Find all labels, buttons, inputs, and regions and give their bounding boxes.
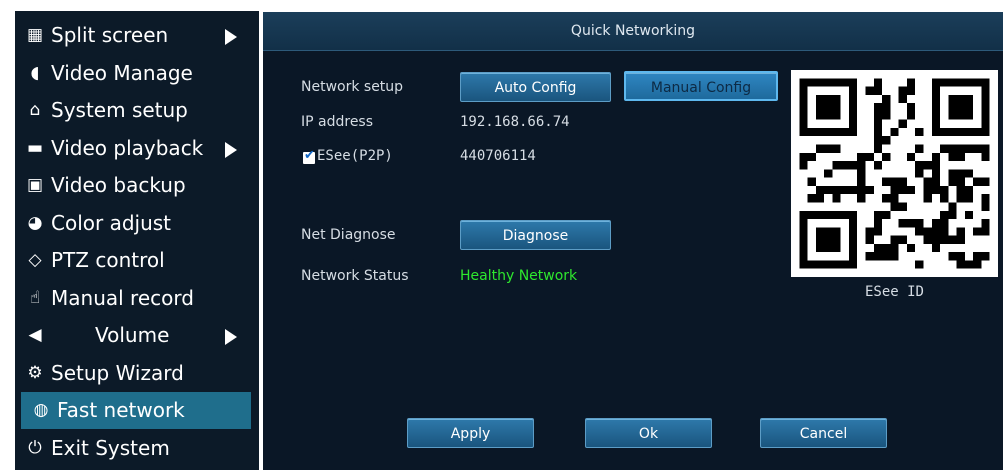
speaker-icon: ◀ <box>28 325 42 345</box>
esee-qr-code <box>791 70 998 277</box>
camera-icon: ◖ <box>30 62 40 83</box>
qr-code-image <box>791 70 998 277</box>
menu-item-label: Split screen <box>51 23 169 47</box>
submenu-arrow-icon <box>225 329 237 345</box>
menu-item-label: PTZ control <box>51 248 165 272</box>
dialog-title: Quick Networking <box>570 23 696 39</box>
menu-item-label: Exit System <box>51 435 170 460</box>
apply-button[interactable]: Apply <box>407 418 534 448</box>
menu-item-label: Fast network <box>57 398 185 422</box>
submenu-arrow-icon <box>225 141 237 158</box>
auto-config-button[interactable]: Auto Config <box>460 72 611 102</box>
menu-item-label: System setup <box>51 98 188 122</box>
ok-button[interactable]: Ok <box>585 418 712 448</box>
network-status-label: Network Status <box>301 268 409 284</box>
menu-item-label: Color adjust <box>51 210 172 235</box>
home-icon: ⌂ <box>29 100 41 120</box>
submenu-arrow-icon <box>225 29 237 45</box>
menu-item-volume[interactable]: ◀ Volume <box>15 317 259 354</box>
hand-icon: ☝ <box>29 287 41 308</box>
menu-item-color-adjust[interactable]: ◕ Color adjust <box>15 205 259 242</box>
ip-address-label: IP address <box>301 114 374 130</box>
menu-item-label: Manual record <box>51 285 194 310</box>
dialog-title-bar: Quick Networking <box>263 12 1003 51</box>
menu-item-video-playback[interactable]: ▬ Video playback <box>15 130 259 167</box>
menu-item-label: Video Manage <box>51 60 193 85</box>
esee-checkbox[interactable]: ✔ <box>303 148 315 164</box>
menu-item-label: Video playback <box>51 135 204 160</box>
cancel-button[interactable]: Cancel <box>760 418 887 448</box>
esee-id-value: 440706114 <box>460 148 536 164</box>
esee-id-caption: ESee ID <box>864 284 924 300</box>
main-menu: ▦ Split screen ◖ Video Manage ⌂ System setup ▬… <box>15 11 259 470</box>
menu-item-video-manage[interactable]: ◖ Video Manage <box>15 55 259 92</box>
quick-networking-dialog: Quick Networking Network setup Auto Conf… <box>263 12 1003 470</box>
menu-item-exit-system[interactable]: ⏻ Exit System <box>15 430 259 467</box>
manual-config-button[interactable]: Manual Config <box>624 71 778 101</box>
menu-item-split-screen[interactable]: ▦ Split screen <box>15 17 259 54</box>
globe-icon: ◍ <box>33 400 49 420</box>
net-diagnose-label: Net Diagnose <box>301 227 396 243</box>
network-setup-label: Network setup <box>301 79 404 95</box>
menu-item-video-backup[interactable]: ▣ Video backup <box>15 167 259 204</box>
grid-icon: ▦ <box>26 25 44 45</box>
esee-label: ESee(P2P) <box>317 148 393 164</box>
ptz-icon: ◇ <box>28 250 42 270</box>
menu-item-ptz-control[interactable]: ◇ PTZ control <box>15 242 259 279</box>
gears-icon: ⚙ <box>27 362 43 383</box>
network-status-value: Healthy Network <box>460 268 578 284</box>
menu-item-system-setup[interactable]: ⌂ System setup <box>15 92 259 129</box>
diagnose-button[interactable]: Diagnose <box>460 220 611 250</box>
menu-item-label: Video backup <box>51 173 186 197</box>
menu-item-setup-wizard[interactable]: ⚙ Setup Wizard <box>15 355 259 392</box>
menu-item-label: Setup Wizard <box>51 360 184 385</box>
menu-item-fast-network[interactable]: ◍ Fast network <box>21 392 251 429</box>
checkmark-icon: ✔ <box>304 148 315 163</box>
menu-item-label: Volume <box>95 323 170 347</box>
power-icon: ⏻ <box>28 437 42 458</box>
film-icon: ▬ <box>26 137 44 158</box>
floppy-icon: ▣ <box>26 175 44 195</box>
menu-item-manual-record[interactable]: ☝ Manual record <box>15 280 259 317</box>
color-icon: ◕ <box>27 212 43 233</box>
ip-address-value: 192.168.66.74 <box>460 114 570 130</box>
